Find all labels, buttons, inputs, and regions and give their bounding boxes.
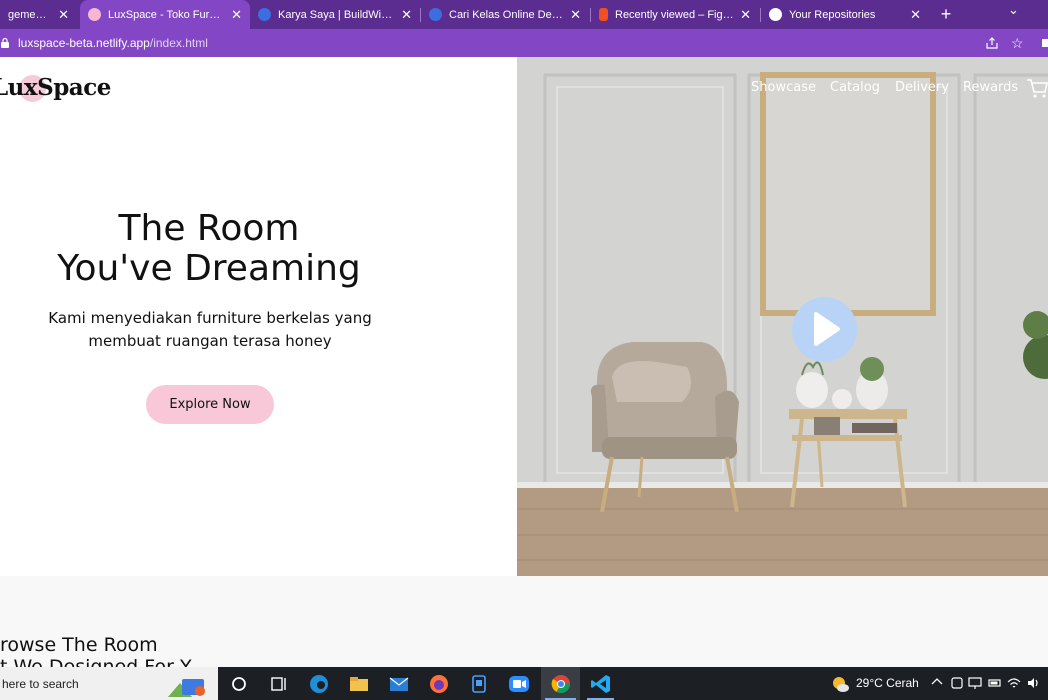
wifi-icon[interactable] — [1007, 676, 1021, 690]
windows-taskbar: here to search 29°C Cerah — [0, 667, 1048, 700]
url-path: /index.html — [149, 36, 208, 50]
play-video-button[interactable] — [792, 297, 857, 362]
extensions-icon[interactable] — [1040, 38, 1048, 48]
tab-buildwith-angga[interactable]: Karya Saya | BuildWith Angg ✕ — [250, 0, 420, 29]
tab-figma[interactable]: Recently viewed – Figma ✕ — [591, 0, 759, 29]
taskbar-search-placeholder: here to search — [2, 677, 79, 691]
taskbar-search-box[interactable]: here to search — [0, 667, 218, 700]
url-text[interactable]: luxspace-beta.netlify.app/index.html — [18, 36, 208, 50]
browser-tab-bar: gement | Site ✕ LuxSpace - Toko Furnitur… — [0, 0, 1048, 29]
nav-showcase[interactable]: Showcase — [751, 80, 816, 95]
address-bar[interactable]: luxspace-beta.netlify.app/index.html ☆ — [0, 29, 1048, 57]
hero-room-image — [517, 57, 1048, 576]
tab-cari-kelas[interactable]: Cari Kelas Online Design & ✕ — [421, 0, 589, 29]
cortana-circle-icon[interactable] — [228, 673, 250, 695]
hero-subtitle-line: Kami menyediakan furniture berkelas yang — [48, 309, 372, 327]
firefox-icon[interactable] — [428, 673, 450, 695]
tab-github[interactable]: Your Repositories ✕ — [761, 0, 929, 29]
close-icon[interactable]: ✕ — [401, 7, 412, 23]
tab-title: LuxSpace - Toko Furniture I — [108, 8, 225, 21]
display-icon[interactable] — [968, 676, 982, 690]
buildwith-angga-favicon-icon — [429, 8, 442, 21]
battery-icon[interactable] — [988, 676, 1002, 690]
cart-icon[interactable] — [1026, 77, 1048, 99]
weather-text[interactable]: 29°C Cerah — [856, 676, 919, 690]
close-icon[interactable]: ✕ — [570, 7, 581, 23]
luxspace-favicon-icon — [88, 8, 101, 21]
close-icon[interactable]: ✕ — [910, 7, 921, 23]
tab-title: Cari Kelas Online Design & — [449, 8, 564, 21]
bookmark-star-icon[interactable]: ☆ — [1011, 35, 1024, 52]
new-tab-button[interactable]: + — [936, 3, 956, 25]
page-content: LuxSpace The Room You've Dreaming Kami m… — [0, 57, 1048, 667]
tab-title: Your Repositories — [789, 8, 876, 21]
nav-rewards[interactable]: Rewards — [963, 80, 1018, 95]
buildwith-angga-favicon-icon — [258, 8, 271, 21]
explore-now-button[interactable]: Explore Now — [146, 385, 274, 424]
edge-icon[interactable] — [308, 673, 330, 695]
share-icon[interactable] — [985, 36, 999, 50]
tab-search-chevron-icon[interactable]: ⌄ — [1008, 2, 1019, 18]
zoom-icon[interactable] — [508, 673, 530, 695]
tab-title: Recently viewed – Figma — [615, 8, 735, 21]
browse-section-title: rowse The Room — [0, 634, 158, 656]
lock-icon[interactable] — [1, 38, 9, 48]
hero-title-line: You've Dreaming — [57, 248, 361, 289]
nav-delivery[interactable]: Delivery — [895, 80, 949, 95]
tab-title: gement | Site — [8, 8, 52, 21]
search-highlight-icon — [168, 679, 205, 697]
task-view-icon[interactable] — [268, 673, 290, 695]
nav-catalog[interactable]: Catalog — [830, 80, 880, 95]
chevron-up-icon[interactable] — [931, 676, 943, 688]
vscode-icon[interactable] — [590, 673, 612, 695]
close-icon[interactable]: ✕ — [58, 7, 69, 23]
hero-subtitle-line: membuat ruangan terasa honey — [88, 332, 332, 350]
meet-now-icon[interactable] — [950, 676, 964, 690]
blue-app-icon[interactable] — [468, 673, 490, 695]
url-host: luxspace-beta.netlify.app — [18, 36, 150, 50]
github-favicon-icon — [769, 8, 782, 21]
close-icon[interactable]: ✕ — [231, 7, 242, 23]
hero-title: The Room You've Dreaming — [20, 209, 398, 289]
tab-title: Karya Saya | BuildWith Angg — [278, 8, 395, 21]
play-icon — [814, 312, 840, 346]
mail-icon[interactable] — [388, 673, 410, 695]
figma-favicon-icon — [599, 8, 608, 21]
file-explorer-icon[interactable] — [348, 673, 370, 695]
logo[interactable]: LuxSpace — [0, 74, 111, 101]
tab-site-management[interactable]: gement | Site ✕ — [0, 0, 77, 29]
close-icon[interactable]: ✕ — [740, 7, 751, 23]
browse-section-subtitle: t We Designed For Y — [0, 656, 192, 667]
hero-subtitle: Kami menyediakan furniture berkelas yang… — [30, 307, 390, 353]
sun-cloud-icon — [833, 677, 849, 692]
browse-section: rowse The Room t We Designed For Y — [0, 576, 1048, 667]
volume-icon[interactable] — [1026, 676, 1040, 690]
hero-title-line: The Room — [118, 208, 300, 249]
tab-luxspace[interactable]: LuxSpace - Toko Furniture I ✕ — [80, 0, 250, 29]
chrome-icon[interactable] — [550, 673, 572, 695]
